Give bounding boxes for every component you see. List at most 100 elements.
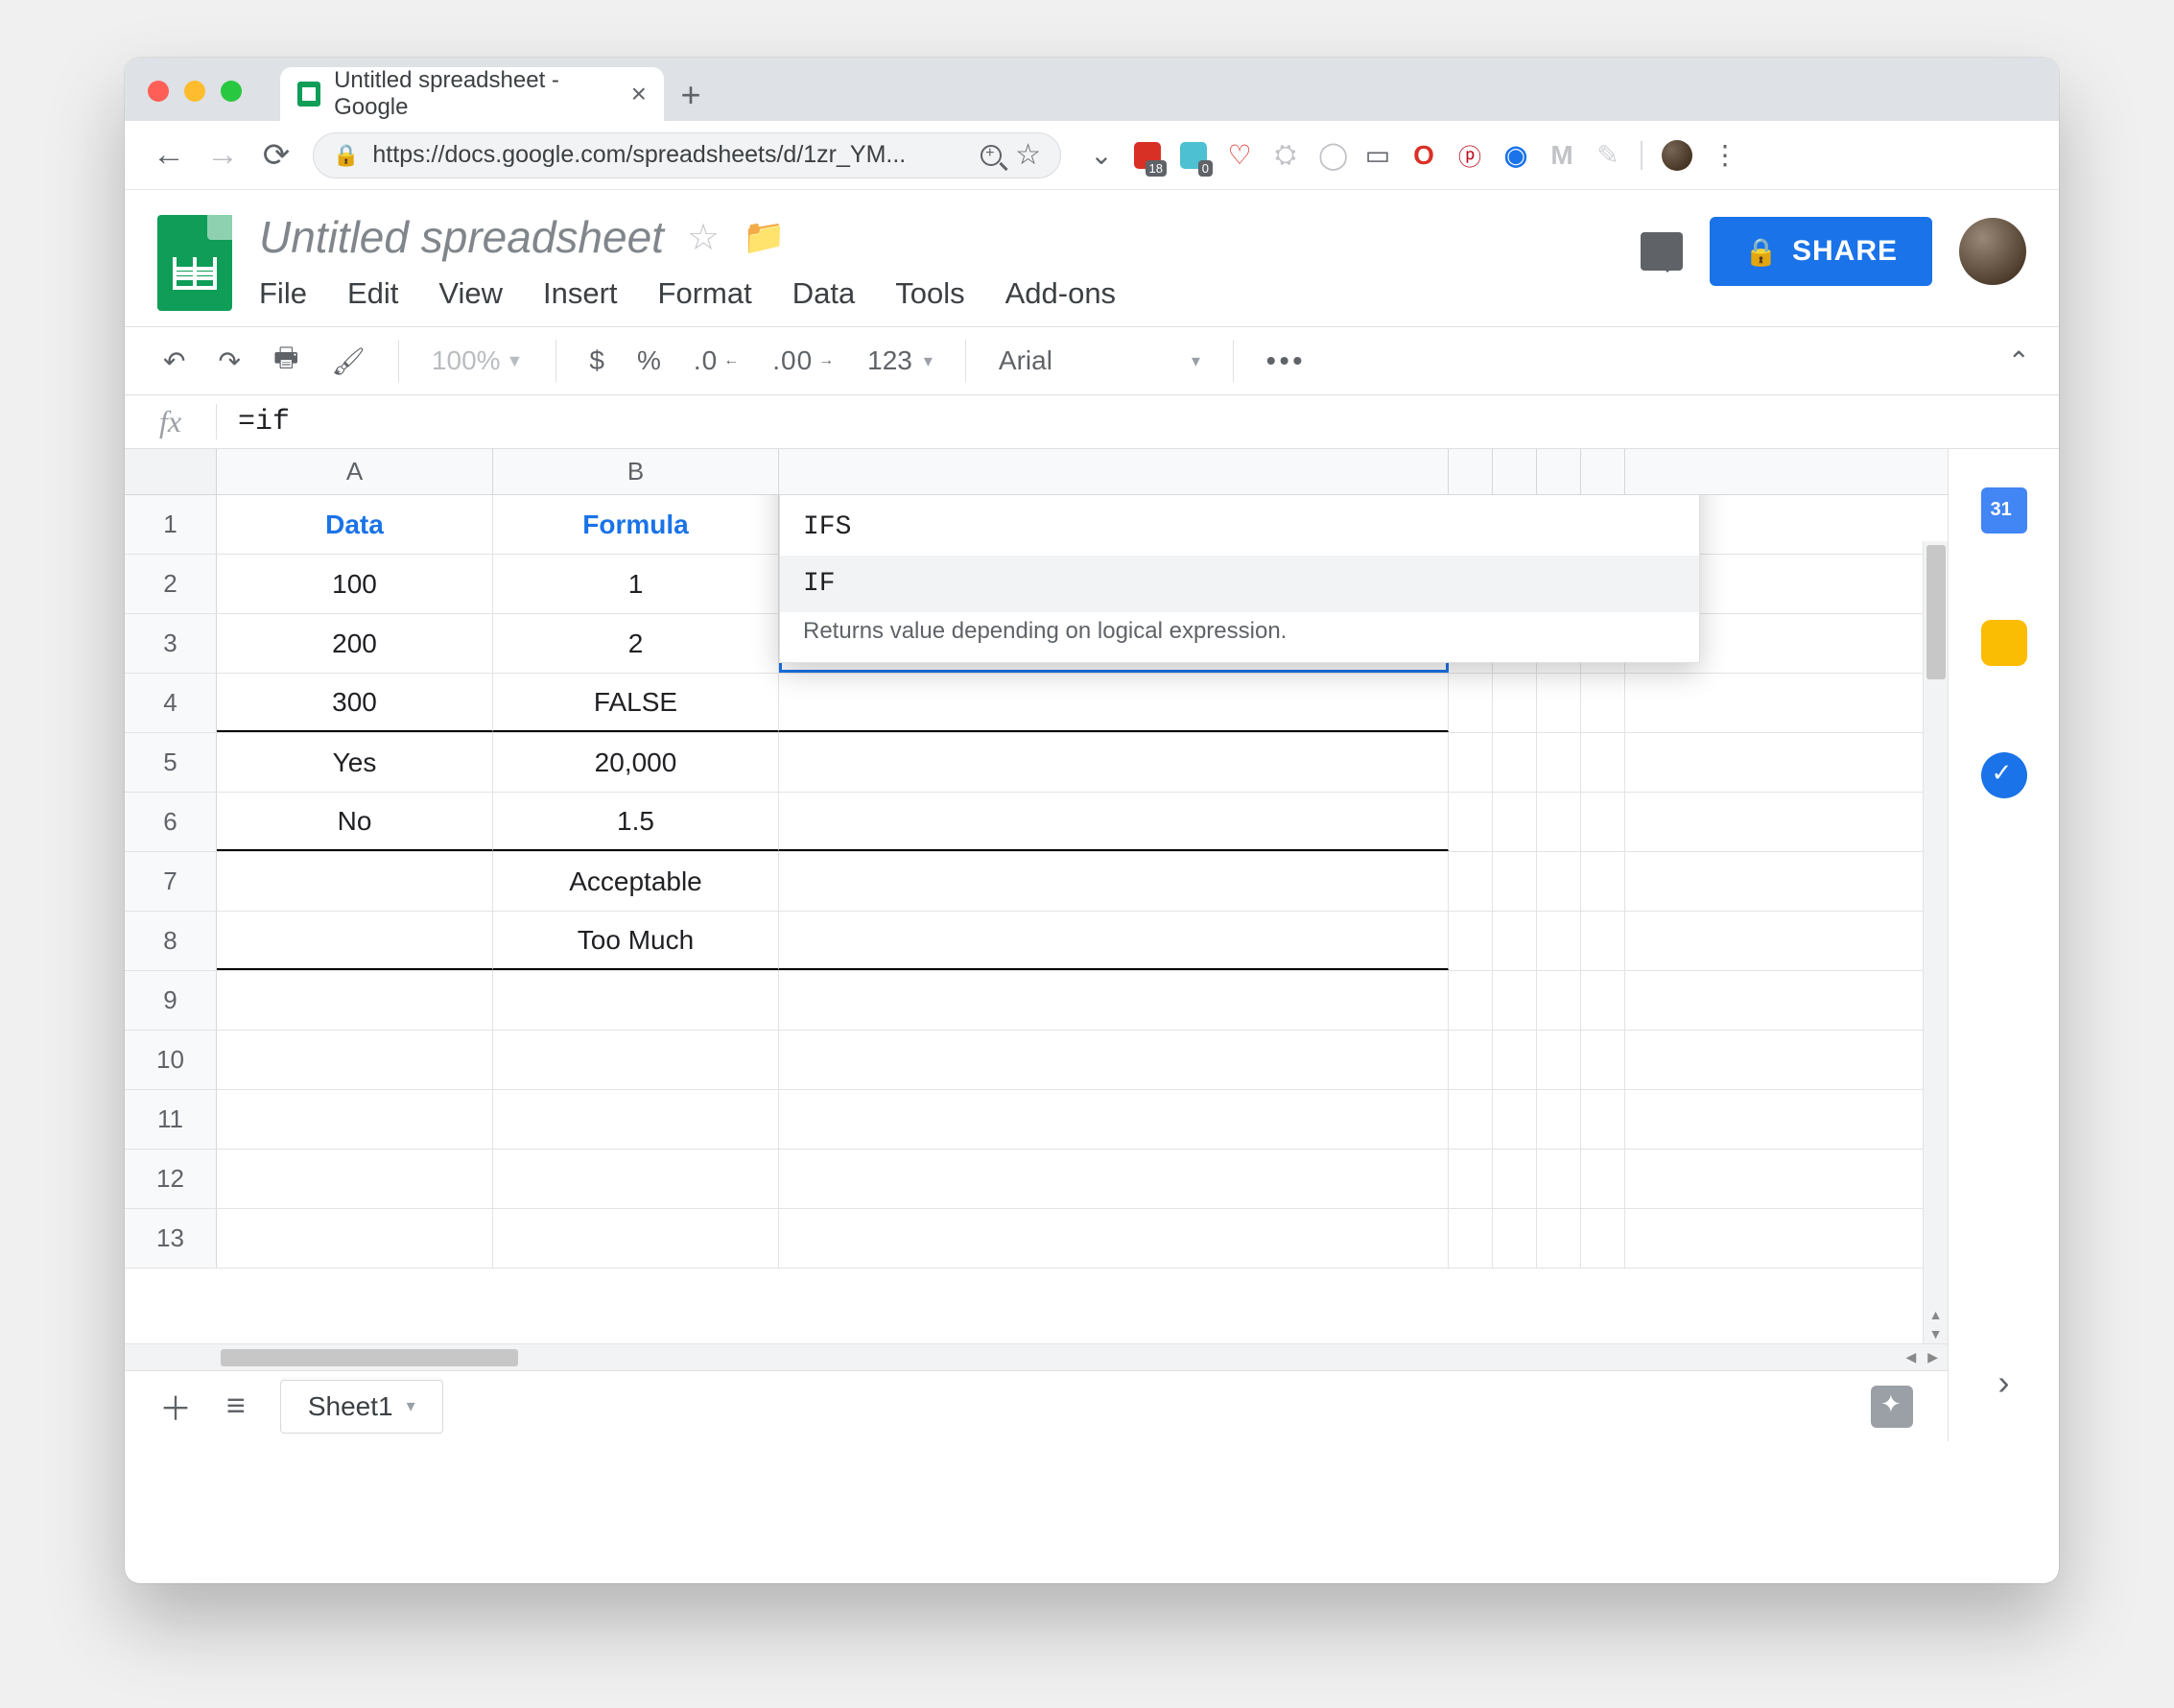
cell[interactable]: 20,000 xyxy=(493,733,779,792)
sheet-tab[interactable]: Sheet1 ▾ xyxy=(280,1380,443,1434)
extension-icon[interactable]: ◉ xyxy=(1502,139,1529,171)
formula-input[interactable]: =if xyxy=(217,406,2059,439)
horizontal-scrollbar[interactable]: ◀▶ xyxy=(125,1343,1948,1370)
forward-button[interactable]: → xyxy=(205,136,240,174)
vertical-scrollbar[interactable] xyxy=(1923,541,1948,1305)
cell[interactable]: 300 xyxy=(217,674,493,732)
row-header[interactable]: 1 xyxy=(125,495,217,554)
opera-ext-icon[interactable]: O xyxy=(1410,140,1437,171)
scrollbar-thumb[interactable] xyxy=(1926,545,1946,679)
row-header[interactable]: 7 xyxy=(125,852,217,911)
cell[interactable] xyxy=(779,1150,1449,1208)
toolbar-overflow-button[interactable]: ••• xyxy=(1257,345,1315,376)
pocket-ext-icon[interactable]: ⌄ xyxy=(1088,139,1115,171)
extension-icon[interactable]: ♡ xyxy=(1226,139,1253,171)
cell[interactable]: No xyxy=(217,793,493,851)
cell[interactable] xyxy=(493,1150,779,1208)
row-header[interactable]: 12 xyxy=(125,1150,217,1208)
menu-tools[interactable]: Tools xyxy=(895,276,964,311)
explore-button[interactable] xyxy=(1871,1386,1913,1428)
collapse-toolbar-button[interactable]: ⌃ xyxy=(2008,345,2030,377)
cell[interactable] xyxy=(779,674,1449,732)
cell[interactable]: Too Much xyxy=(493,912,779,970)
redo-button[interactable]: ↷ xyxy=(208,345,249,377)
sheets-logo-icon[interactable] xyxy=(157,215,232,311)
row-header[interactable]: 4 xyxy=(125,674,217,732)
tab-close-icon[interactable]: × xyxy=(631,79,647,109)
cell[interactable] xyxy=(217,852,493,911)
extension-icon[interactable] xyxy=(1180,142,1207,169)
currency-button[interactable]: $ xyxy=(579,345,614,376)
menu-insert[interactable]: Insert xyxy=(543,276,618,311)
calendar-addon-icon[interactable] xyxy=(1981,487,2027,534)
undo-button[interactable]: ↶ xyxy=(154,345,195,377)
cell[interactable] xyxy=(217,912,493,970)
cell[interactable] xyxy=(493,1031,779,1089)
menu-file[interactable]: File xyxy=(259,276,307,311)
cell[interactable] xyxy=(493,971,779,1030)
profile-avatar-icon[interactable] xyxy=(1662,140,1692,171)
zoom-select[interactable]: 100% ▼ xyxy=(422,345,532,376)
increase-decimal-button[interactable]: .00→ xyxy=(763,345,844,376)
extension-icon[interactable]: M xyxy=(1548,140,1575,171)
extension-icon[interactable]: ✎ xyxy=(1595,139,1621,171)
cell[interactable] xyxy=(217,1031,493,1089)
menu-format[interactable]: Format xyxy=(658,276,752,311)
row-header[interactable]: 10 xyxy=(125,1031,217,1089)
extension-icon[interactable]: ◯ xyxy=(1318,139,1345,171)
row-header[interactable]: 11 xyxy=(125,1090,217,1149)
col-header-a[interactable]: A xyxy=(217,449,493,494)
print-button[interactable]: 🖶 xyxy=(264,338,308,384)
cast-icon[interactable]: ▭ xyxy=(1364,139,1391,171)
scrollbar-thumb[interactable] xyxy=(221,1349,518,1366)
close-window-icon[interactable] xyxy=(148,81,169,102)
zoom-window-icon[interactable] xyxy=(221,81,242,102)
cell[interactable] xyxy=(779,793,1449,851)
row-header[interactable]: 5 xyxy=(125,733,217,792)
sheet-tab-menu-icon[interactable]: ▾ xyxy=(407,1396,415,1416)
menu-addons[interactable]: Add-ons xyxy=(1005,276,1116,311)
cell[interactable] xyxy=(779,912,1449,970)
new-tab-button[interactable]: + xyxy=(664,75,718,115)
paint-format-button[interactable]: 🖌 xyxy=(321,345,375,377)
row-header[interactable]: 6 xyxy=(125,793,217,851)
row-header[interactable]: 2 xyxy=(125,555,217,613)
select-all-corner[interactable] xyxy=(125,449,217,494)
share-button[interactable]: 🔒 SHARE xyxy=(1710,217,1932,286)
comments-icon[interactable] xyxy=(1641,232,1683,271)
bookmark-star-icon[interactable]: ☆ xyxy=(1015,138,1041,172)
suggestion-item-selected[interactable]: IF xyxy=(780,556,1699,612)
decrease-decimal-button[interactable]: .0← xyxy=(684,345,749,376)
doc-title[interactable]: Untitled spreadsheet xyxy=(259,211,664,263)
add-sheet-button[interactable]: ＋ xyxy=(159,1383,192,1430)
cell[interactable] xyxy=(217,971,493,1030)
star-doc-icon[interactable]: ☆ xyxy=(687,216,720,259)
row-header[interactable]: 9 xyxy=(125,971,217,1030)
row-header[interactable]: 8 xyxy=(125,912,217,970)
extension-icon[interactable] xyxy=(1134,142,1161,169)
spreadsheet-grid[interactable]: A B 1DataFormula21001320024300FALSE5Yes2… xyxy=(125,449,1948,1441)
font-select[interactable]: Arial▾ xyxy=(989,345,1210,376)
move-folder-icon[interactable]: 📁 xyxy=(743,217,786,257)
cell[interactable] xyxy=(779,1090,1449,1149)
vertical-scroll-arrows[interactable]: ▲▼ xyxy=(1923,1305,1948,1343)
all-sheets-button[interactable]: ≡ xyxy=(226,1388,246,1425)
cell[interactable]: 1.5 xyxy=(493,793,779,851)
cell[interactable]: Acceptable xyxy=(493,852,779,911)
row-header[interactable]: 3 xyxy=(125,614,217,673)
browser-tab[interactable]: Untitled spreadsheet - Google × xyxy=(280,67,664,121)
keep-addon-icon[interactable] xyxy=(1981,620,2027,666)
side-panel-toggle-icon[interactable]: › xyxy=(1998,1363,2010,1403)
cell[interactable]: Data xyxy=(217,495,493,554)
number-format-select[interactable]: 123▾ xyxy=(858,345,942,376)
minimize-window-icon[interactable] xyxy=(184,81,205,102)
col-header-b[interactable]: B xyxy=(493,449,779,494)
cell[interactable]: Formula xyxy=(493,495,779,554)
tasks-addon-icon[interactable] xyxy=(1981,752,2027,798)
kebab-menu-icon[interactable]: ⋮ xyxy=(1712,139,1738,171)
back-button[interactable]: ← xyxy=(152,136,186,174)
url-field[interactable]: 🔒 https://docs.google.com/spreadsheets/d… xyxy=(313,132,1061,178)
col-header-c[interactable] xyxy=(779,449,1449,494)
cell[interactable]: 1 xyxy=(493,555,779,613)
menu-edit[interactable]: Edit xyxy=(347,276,398,311)
